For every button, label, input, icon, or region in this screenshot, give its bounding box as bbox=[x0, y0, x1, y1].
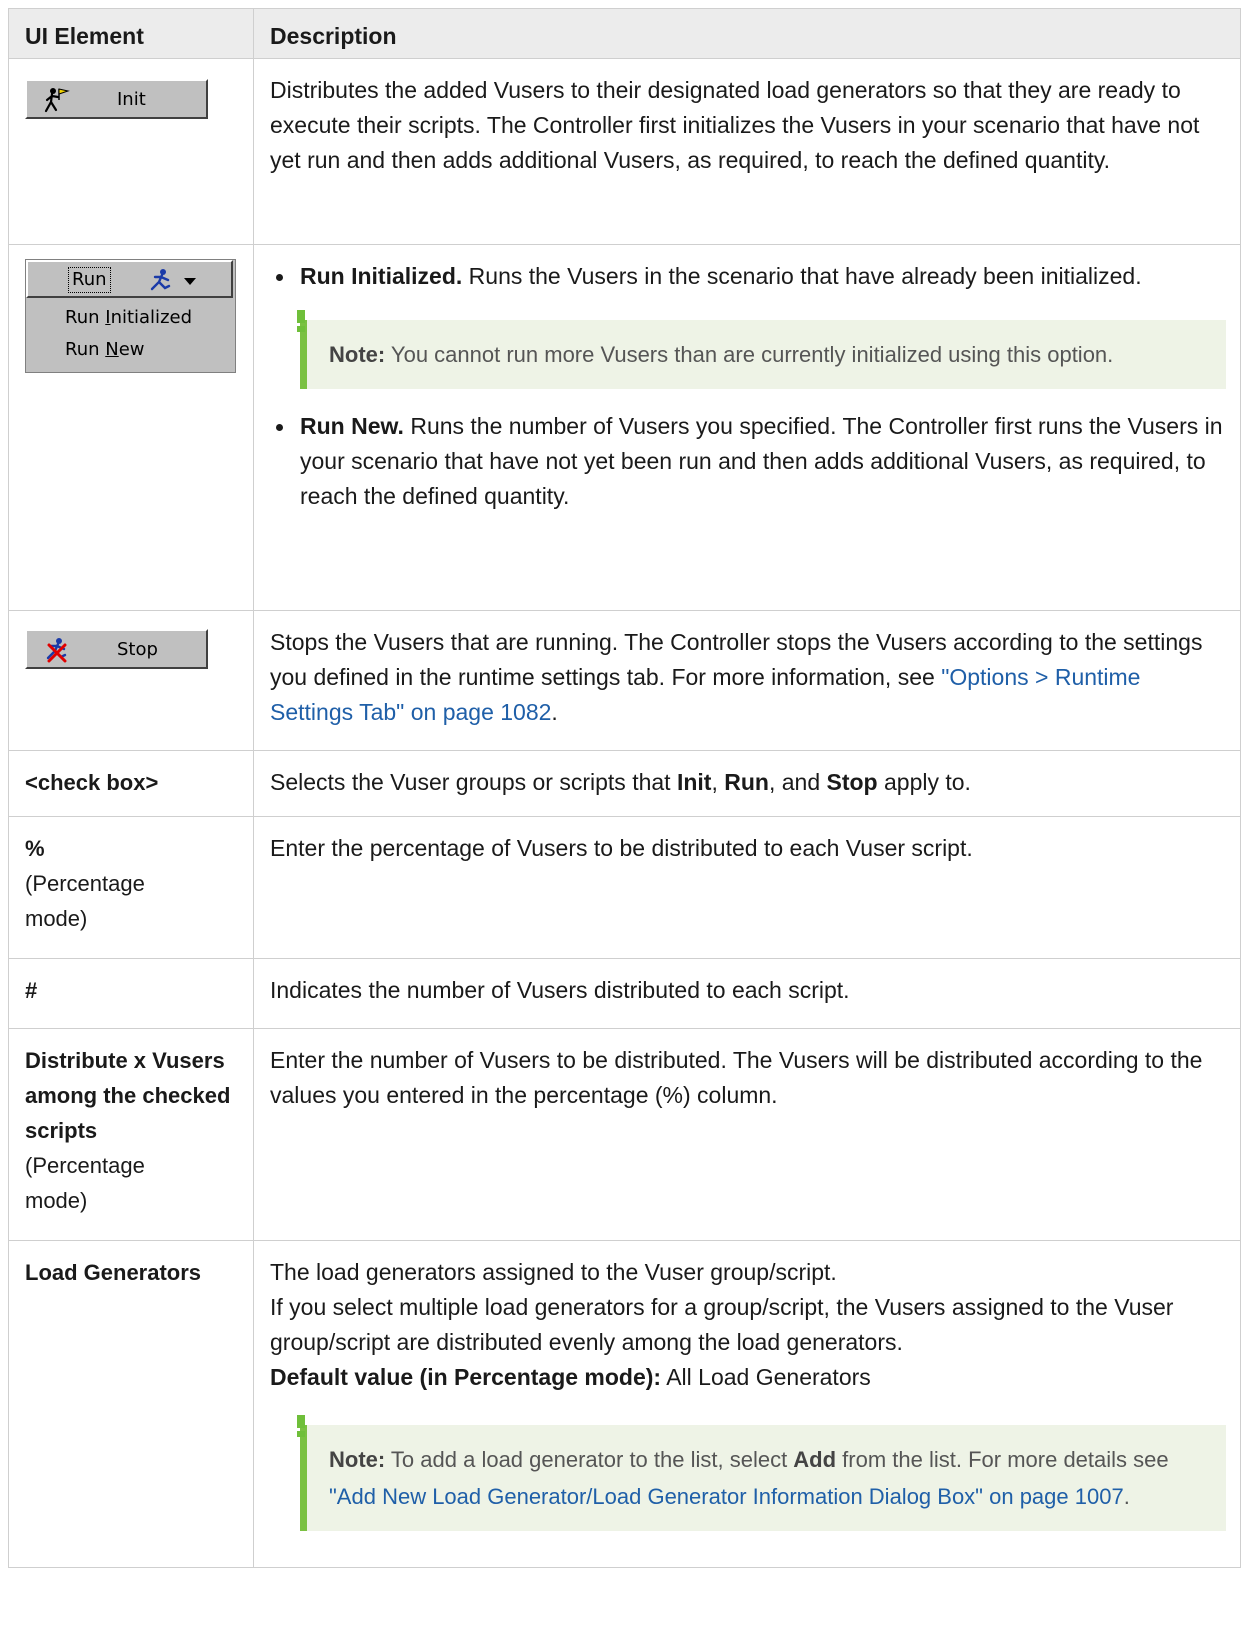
default-value-line: Default value (in Percentage mode): All … bbox=[270, 1364, 871, 1390]
table-row-stop: Stop Stops the Vusers that are running. … bbox=[8, 610, 1241, 751]
description-cell: Enter the number of Vusers to be distrib… bbox=[253, 1028, 1241, 1241]
menu-item-run-initialized[interactable]: Run Initialized bbox=[26, 302, 235, 334]
document-page: UI Element Description Init Distributes … bbox=[8, 8, 1248, 1568]
table-row-percentage: % (Percentage mode) Enter the percentage… bbox=[8, 816, 1241, 959]
percentage-mode-note: (Percentage mode) bbox=[25, 1153, 145, 1213]
ui-element-cell: # bbox=[8, 958, 254, 1029]
exclamation-icon bbox=[297, 310, 305, 332]
add-load-generator-link[interactable]: "Add New Load Generator/Load Generator I… bbox=[329, 1484, 1124, 1509]
checkbox-description: Selects the Vuser groups or scripts that… bbox=[270, 769, 971, 795]
run-dropdown-menu: Run Run Initialized Run New bbox=[25, 259, 236, 373]
ui-element-cell: % (Percentage mode) bbox=[8, 816, 254, 959]
description-cell: Indicates the number of Vusers distribut… bbox=[253, 958, 1241, 1029]
runner-stop-icon bbox=[46, 638, 67, 663]
column-header-description: Description bbox=[253, 8, 1241, 59]
stop-button[interactable]: Stop bbox=[25, 629, 208, 669]
run-options-list: Run Initialized. Runs the Vusers in the … bbox=[270, 259, 1226, 294]
menu-item-run-new[interactable]: Run New bbox=[26, 334, 235, 366]
list-item-run-new: Run New. Runs the number of Vusers you s… bbox=[270, 409, 1226, 514]
ui-element-cell: Init bbox=[8, 58, 254, 245]
percentage-element-label: % bbox=[25, 836, 45, 861]
table-row-run: Run Run Initialized Run New Run Initiali… bbox=[8, 244, 1241, 611]
distribute-description: Enter the number of Vusers to be distrib… bbox=[270, 1047, 1203, 1108]
load-generators-line-1: The load generators assigned to the Vuse… bbox=[270, 1259, 837, 1285]
percentage-mode-note: (Percentage mode) bbox=[25, 871, 145, 931]
ui-elements-table: UI Element Description Init Distributes … bbox=[8, 8, 1241, 1568]
ui-element-cell: Run Run Initialized Run New bbox=[8, 244, 254, 611]
description-cell: Distributes the added Vusers to their de… bbox=[253, 58, 1241, 245]
run-button[interactable]: Run bbox=[26, 260, 233, 298]
init-description: Distributes the added Vusers to their de… bbox=[270, 77, 1200, 173]
column-header-ui-element: UI Element bbox=[8, 8, 254, 59]
description-cell: Selects the Vuser groups or scripts that… bbox=[253, 750, 1241, 817]
description-cell: Enter the percentage of Vusers to be dis… bbox=[253, 816, 1241, 959]
chevron-down-icon[interactable] bbox=[184, 278, 196, 285]
load-generators-line-2: If you select multiple load generators f… bbox=[270, 1294, 1174, 1355]
number-description: Indicates the number of Vusers distribut… bbox=[270, 977, 850, 1003]
ui-element-cell: <check box> bbox=[8, 750, 254, 817]
distribute-element-label: Distribute x Vusers among the checked sc… bbox=[25, 1048, 231, 1143]
table-row-distribute: Distribute x Vusers among the checked sc… bbox=[8, 1028, 1241, 1241]
note-box: Note: To add a load generator to the lis… bbox=[297, 1415, 1226, 1531]
run-options-list-2: Run New. Runs the number of Vusers you s… bbox=[270, 409, 1226, 514]
table-row-load-generators: Load Generators The load generators assi… bbox=[8, 1240, 1241, 1568]
stop-description: Stops the Vusers that are running. The C… bbox=[270, 629, 1203, 725]
ui-element-cell: Distribute x Vusers among the checked sc… bbox=[8, 1028, 254, 1241]
table-row-checkbox: <check box> Selects the Vuser groups or … bbox=[8, 750, 1241, 817]
checkbox-element-label: <check box> bbox=[25, 770, 159, 795]
runner-flag-icon bbox=[44, 88, 70, 113]
list-item-run-initialized: Run Initialized. Runs the Vusers in the … bbox=[270, 259, 1226, 294]
table-row-init: Init Distributes the added Vusers to the… bbox=[8, 58, 1241, 245]
stop-button-label: Stop bbox=[117, 639, 158, 660]
number-element-label: # bbox=[25, 978, 38, 1003]
init-button[interactable]: Init bbox=[25, 79, 208, 119]
table-header-row: UI Element Description bbox=[8, 8, 1241, 59]
load-generators-element-label: Load Generators bbox=[25, 1260, 202, 1285]
ui-element-cell: Load Generators bbox=[8, 1240, 254, 1568]
description-cell: The load generators assigned to the Vuse… bbox=[253, 1240, 1241, 1568]
init-button-label: Init bbox=[117, 89, 146, 110]
run-button-label: Run bbox=[68, 267, 111, 293]
table-row-number: # Indicates the number of Vusers distrib… bbox=[8, 958, 1241, 1029]
description-cell: Stops the Vusers that are running. The C… bbox=[253, 610, 1241, 751]
exclamation-icon bbox=[297, 1415, 305, 1437]
note-box: Note: You cannot run more Vusers than ar… bbox=[297, 310, 1226, 389]
percentage-description: Enter the percentage of Vusers to be dis… bbox=[270, 835, 973, 861]
ui-element-cell: Stop bbox=[8, 610, 254, 751]
runner-icon bbox=[150, 269, 171, 291]
description-cell: Run Initialized. Runs the Vusers in the … bbox=[253, 244, 1241, 611]
